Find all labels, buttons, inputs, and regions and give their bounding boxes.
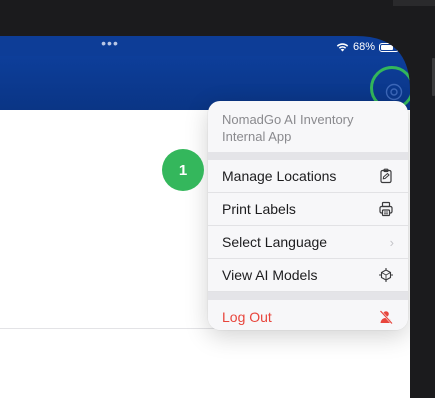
menu-item-label: Print Labels [222,201,296,217]
menu-header: NomadGo AI Inventory Internal App [222,112,354,144]
ipad-screen: ••• 68% NomadGo AI Inventory Internal Ap… [0,0,435,398]
menu-separator [208,292,408,300]
wifi-icon [336,43,349,52]
menu-item-manage-locations[interactable]: Manage Locations [208,160,408,193]
menu-item-label: Manage Locations [222,168,337,184]
battery-icon [379,42,402,52]
content-divider [0,328,215,329]
logout-icon [378,309,394,325]
multitasking-dots[interactable]: ••• [90,36,130,50]
menu-item-select-language[interactable]: Select Language › [208,226,408,259]
battery-fill [381,44,394,50]
menu-item-log-out[interactable]: Log Out [208,300,408,330]
settings-menu: NomadGo AI Inventory Internal App Manage… [208,101,408,330]
menu-separator [208,152,408,160]
step-badge: 1 [162,149,204,191]
battery-percent: 68% [353,41,376,53]
status-indicators: 68% [336,40,402,54]
menu-item-view-ai-models[interactable]: View AI Models [208,259,408,292]
printer-icon [378,201,394,217]
menu-item-print-labels[interactable]: Print Labels [208,193,408,226]
clipboard-icon [378,168,394,184]
menu-item-label: Log Out [222,308,272,325]
menu-item-label: Select Language [222,234,328,250]
model-icon [378,267,394,283]
menu-item-label: View AI Models [222,267,318,283]
chevron-right-icon: › [389,234,394,250]
